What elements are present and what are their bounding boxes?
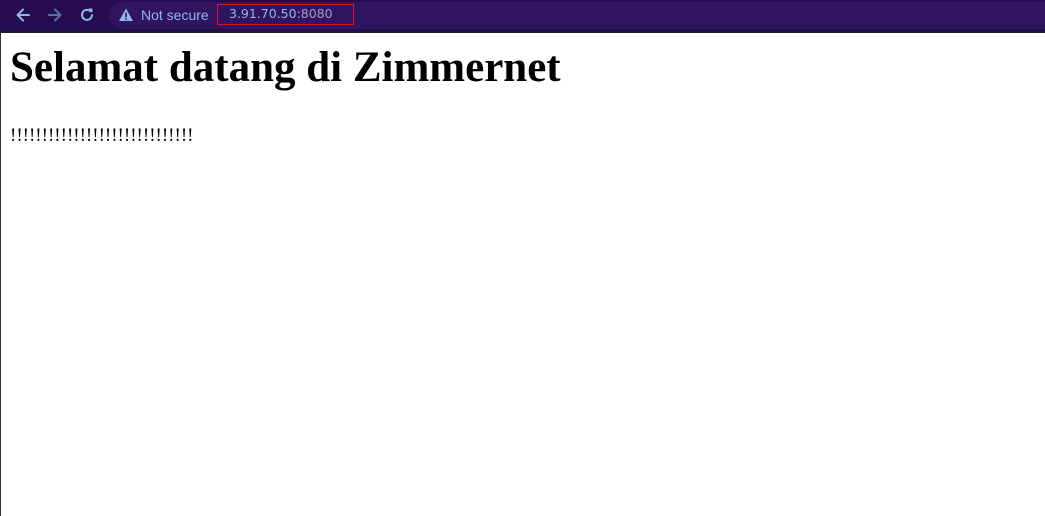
reload-button[interactable] <box>75 3 99 27</box>
browser-toolbar: Not secure 3.91.70.50:8080 <box>0 0 1045 31</box>
arrow-left-icon <box>16 8 30 22</box>
omnibox-divider <box>217 8 218 23</box>
security-label: Not secure <box>141 7 209 23</box>
security-indicator[interactable]: Not secure <box>118 5 209 25</box>
warning-triangle-icon <box>119 8 133 21</box>
page-paragraph: !!!!!!!!!!!!!!!!!!!!!!!!!!!!! <box>10 125 194 146</box>
url-text[interactable]: 3.91.70.50:8080 <box>229 6 333 22</box>
back-button[interactable] <box>11 3 35 27</box>
page-content: Selamat datang di Zimmernet !!!!!!!!!!!!… <box>1 33 1045 516</box>
url-host: 3.91.70.50 <box>229 6 297 21</box>
url-port: :8080 <box>296 6 333 21</box>
forward-button[interactable] <box>43 3 67 27</box>
arrow-right-icon <box>48 8 62 22</box>
reload-icon <box>81 8 93 21</box>
page-heading: Selamat datang di Zimmernet <box>10 44 561 91</box>
